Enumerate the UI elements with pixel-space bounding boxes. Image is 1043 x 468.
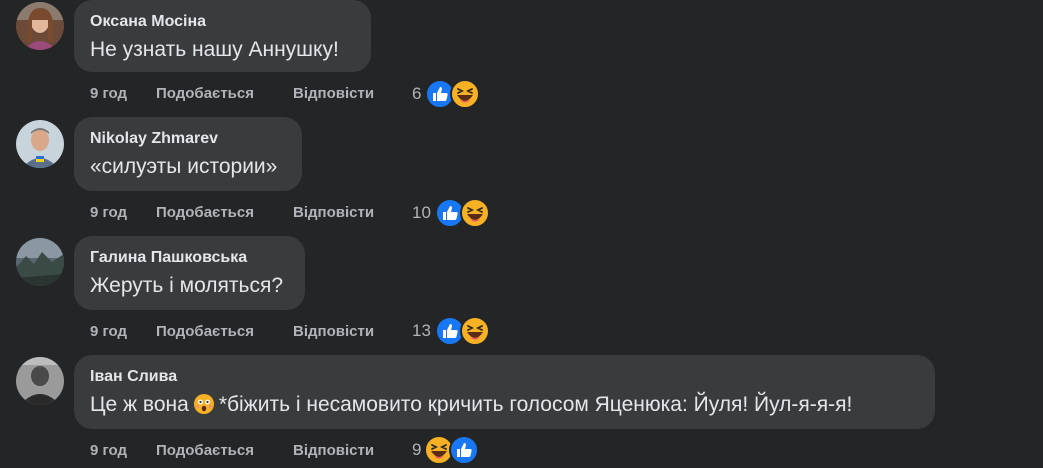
reply-button[interactable]: Відповісти <box>293 83 374 105</box>
comment-text-part: *біжить і несамовито кричить голосом Яце… <box>218 393 853 416</box>
reply-button[interactable]: Відповісти <box>293 440 374 462</box>
comment-author[interactable]: Оксана Мосіна <box>90 12 355 32</box>
avatar[interactable] <box>16 2 64 50</box>
comment-bubble: Іван Слива Це ж вона *біжить і несамовито… <box>74 355 935 429</box>
reactions-summary[interactable]: 9 <box>412 435 482 465</box>
reply-button[interactable]: Відповісти <box>293 321 374 343</box>
haha-icon <box>460 198 490 228</box>
haha-icon <box>460 316 490 346</box>
comment-text: Жеруть і моляться? <box>90 274 284 297</box>
like-icon <box>449 435 479 465</box>
like-button[interactable]: Подобається <box>156 83 254 105</box>
reactions-summary[interactable]: 13 <box>412 316 492 346</box>
reactions-summary[interactable]: 6 <box>412 79 482 109</box>
astonished-face-icon <box>193 393 215 415</box>
reactions-summary[interactable]: 10 <box>412 198 492 228</box>
comment-author[interactable]: Nikolay Zhmarev <box>90 129 286 149</box>
comment-time[interactable]: 9 год <box>90 440 127 462</box>
avatar[interactable] <box>16 238 64 286</box>
haha-icon <box>450 79 480 109</box>
comment-author[interactable]: Галина Пашковська <box>90 248 289 268</box>
reaction-count: 13 <box>412 321 431 340</box>
comment-bubble: Галина Пашковська Жеруть і моляться? <box>74 236 305 310</box>
comment-author[interactable]: Іван Слива <box>90 367 919 387</box>
comment-time[interactable]: 9 год <box>90 202 127 224</box>
reply-button[interactable]: Відповісти <box>293 202 374 224</box>
comment-bubble: Оксана Мосіна Не узнать нашу Аннушку! <box>74 0 371 72</box>
reaction-count: 6 <box>412 84 422 103</box>
reaction-count: 9 <box>412 440 422 459</box>
like-button[interactable]: Подобається <box>156 202 254 224</box>
like-button[interactable]: Подобається <box>156 321 254 343</box>
comment-time[interactable]: 9 год <box>90 321 127 343</box>
comment-time[interactable]: 9 год <box>90 83 127 105</box>
comment-bubble: Nikolay Zhmarev «силуэты истории» <box>74 117 302 191</box>
comment-text: «силуэты истории» <box>90 155 278 178</box>
like-button[interactable]: Подобається <box>156 440 254 462</box>
reaction-count: 10 <box>412 203 431 222</box>
comment-text-part: Це ж вона <box>90 393 189 416</box>
comment-text: Це ж вона *біжить і несамовито кричить го… <box>90 391 919 419</box>
avatar[interactable] <box>16 357 64 405</box>
avatar[interactable] <box>16 120 64 168</box>
comment-text: Не узнать нашу Аннушку! <box>90 38 339 61</box>
